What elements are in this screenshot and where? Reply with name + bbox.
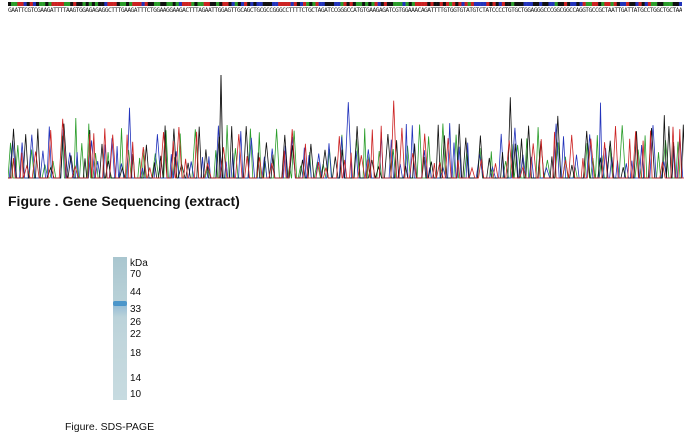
sds-gel-lane <box>113 257 127 400</box>
mw-marker-33: 33 <box>130 304 142 315</box>
mw-marker-10: 10 <box>130 389 142 400</box>
mw-marker-14: 14 <box>130 373 142 384</box>
figure-caption-sds-page: Figure. SDS-PAGE <box>65 421 155 433</box>
mw-marker-22: 22 <box>130 329 142 340</box>
figure-caption-sequencing: Figure . Gene Sequencing (extract) <box>8 193 240 209</box>
mw-marker-26: 26 <box>130 317 142 328</box>
chromatogram <box>8 74 684 179</box>
sds-band <box>113 301 127 306</box>
sequence-text: GAATTCGTCGAAGATTTTAAGTGGAGAGAGGCTTTGAAGA… <box>8 7 682 14</box>
sds-band-smear <box>113 305 127 317</box>
sequence-strip: GAATTCGTCGAAGATTTTAAGTGGAGAGAGGCTTTGAAGA… <box>8 2 682 17</box>
mw-marker-18: 18 <box>130 348 142 359</box>
mw-marker-44: 44 <box>130 287 142 298</box>
mw-unit-label: kDa <box>130 258 148 269</box>
mw-marker-70: 70 <box>130 269 142 280</box>
